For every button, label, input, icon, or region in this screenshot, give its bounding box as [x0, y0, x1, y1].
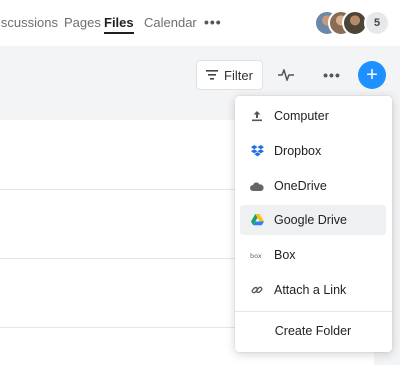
- onedrive-icon: [240, 182, 274, 191]
- menu-item-onedrive[interactable]: OneDrive: [240, 171, 386, 201]
- more-options-button[interactable]: •••: [318, 60, 346, 90]
- filter-icon: [206, 70, 219, 80]
- menu-divider: [235, 311, 392, 312]
- tab-discussions[interactable]: iscussions: [0, 15, 58, 30]
- menu-item-dropbox[interactable]: Dropbox: [240, 136, 386, 166]
- menu-item-label: Dropbox: [274, 144, 322, 158]
- add-file-menu: Computer Dropbox OneDrive Google Drive b…: [235, 96, 392, 352]
- svg-text:box: box: [250, 252, 262, 259]
- menu-item-label: Attach a Link: [274, 283, 347, 297]
- menu-item-label: Google Drive: [274, 213, 347, 227]
- activity-icon: [278, 69, 294, 81]
- menu-item-label: Box: [274, 248, 296, 262]
- add-file-button[interactable]: +: [358, 61, 386, 89]
- menu-item-attach-link[interactable]: Attach a Link: [240, 275, 386, 305]
- google-drive-icon: [240, 214, 274, 226]
- filter-label: Filter: [224, 67, 253, 83]
- link-icon: [240, 284, 274, 296]
- member-avatars[interactable]: 5: [314, 10, 394, 36]
- activity-button[interactable]: [270, 60, 302, 90]
- menu-item-box[interactable]: box Box: [240, 240, 386, 270]
- tab-files[interactable]: Files: [104, 15, 134, 30]
- menu-item-label: OneDrive: [274, 179, 327, 193]
- dropbox-icon: [240, 145, 274, 157]
- create-folder-button[interactable]: Create Folder: [240, 317, 386, 345]
- box-icon: box: [240, 252, 274, 259]
- tab-calendar[interactable]: Calendar: [144, 15, 197, 30]
- tab-pages[interactable]: Pages: [64, 15, 101, 30]
- members-count-badge[interactable]: 5: [364, 10, 390, 36]
- more-tabs-button[interactable]: •••: [204, 14, 222, 30]
- upload-icon: [240, 110, 274, 122]
- filter-button[interactable]: Filter: [196, 60, 263, 90]
- top-nav: iscussions Pages Files Calendar ••• 5: [0, 0, 400, 46]
- menu-item-label: Computer: [274, 109, 329, 123]
- menu-item-computer[interactable]: Computer: [240, 101, 386, 131]
- menu-item-google-drive[interactable]: Google Drive: [240, 205, 386, 235]
- active-tab-indicator: [104, 32, 134, 34]
